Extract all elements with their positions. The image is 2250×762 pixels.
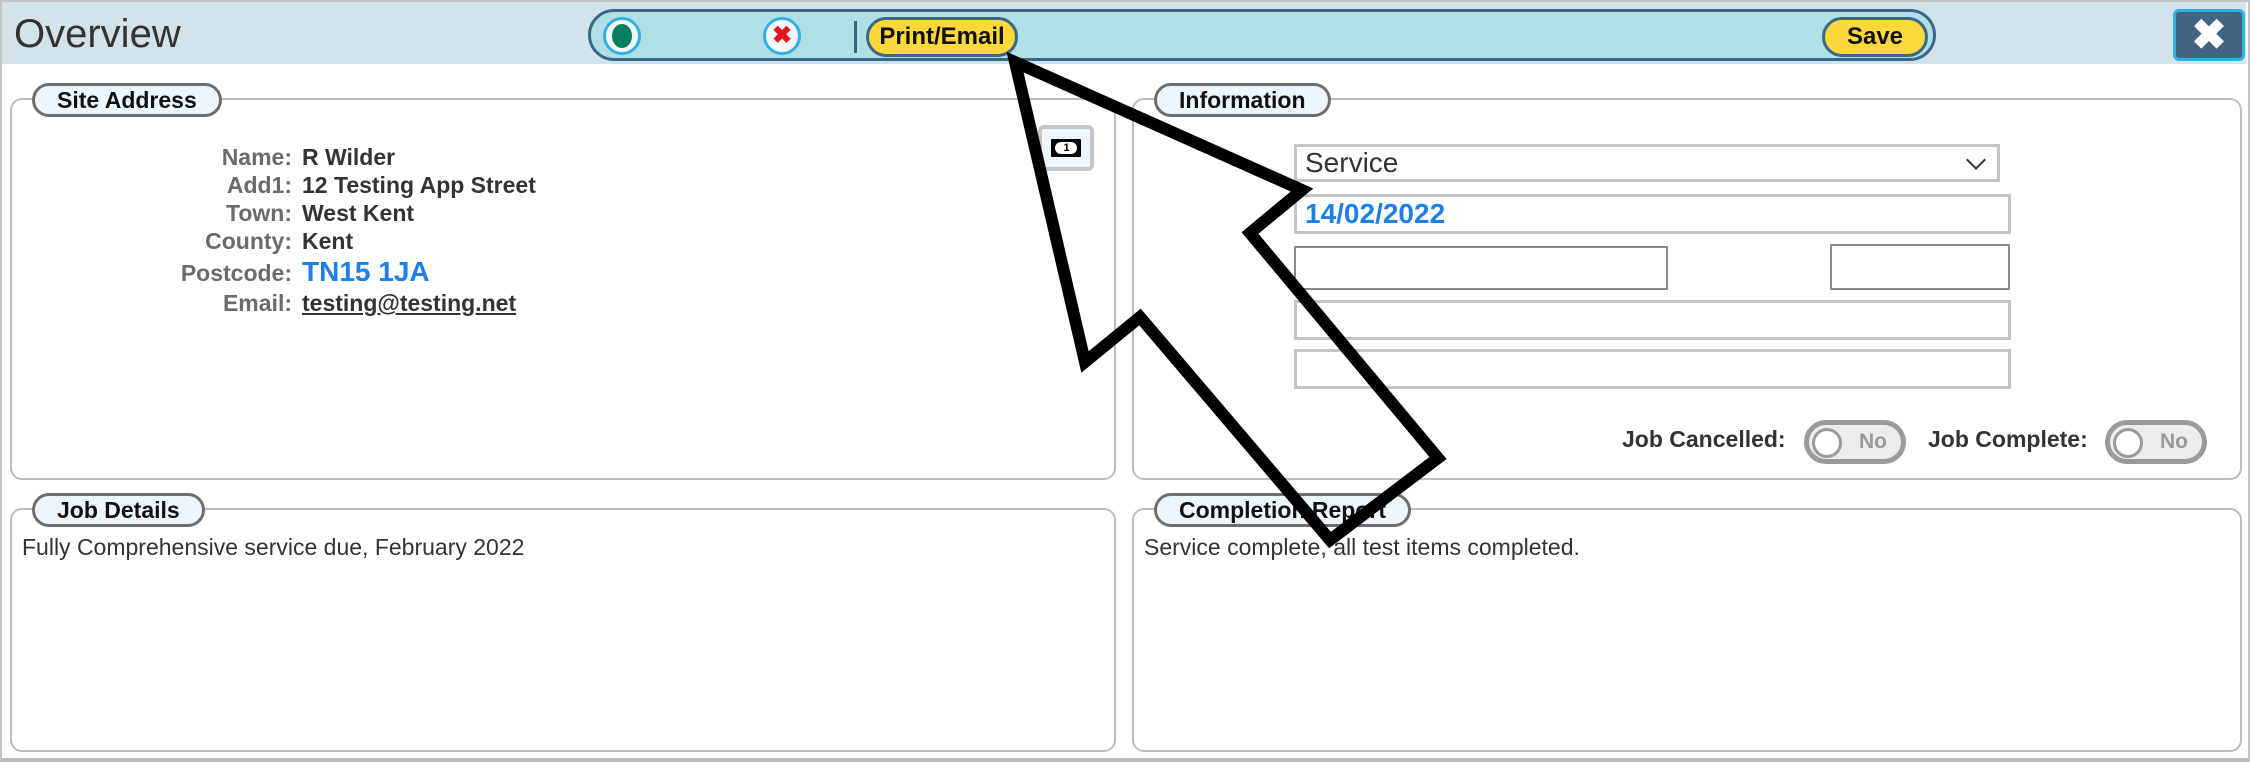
close-icon: ✖ xyxy=(2191,11,2227,58)
call-by-input[interactable] xyxy=(1294,300,2011,340)
name-label: Name: xyxy=(221,144,292,170)
county-value: Kent xyxy=(302,228,354,254)
postcode-label: Postcode: xyxy=(180,260,292,286)
job-cancelled-label: Job Cancelled: xyxy=(1622,426,1786,452)
county-label: County: xyxy=(205,228,292,254)
job-details-legend: Job Details xyxy=(32,493,205,527)
postcode-value[interactable]: TN15 1JA xyxy=(302,256,430,288)
address-row-email: Email: testing@testing.net xyxy=(12,290,712,318)
save-button[interactable]: Save xyxy=(1822,17,1928,57)
page-title: Overview xyxy=(14,12,181,56)
caller-no-input[interactable] xyxy=(1294,349,2011,389)
cancel-button[interactable]: ✖ xyxy=(763,17,801,55)
money-bill-icon xyxy=(1051,139,1081,157)
order-no-input[interactable] xyxy=(1294,246,1668,290)
town-value: West Kent xyxy=(302,200,415,226)
job-type-select[interactable]: Service xyxy=(1294,144,2000,182)
address-row-name: Name: R Wilder xyxy=(12,144,712,172)
toggle-knob xyxy=(1812,428,1842,458)
add1-value: 12 Testing App Street xyxy=(302,172,536,198)
email-link[interactable]: testing@testing.net xyxy=(302,290,516,317)
accepted-input[interactable] xyxy=(1830,244,2010,290)
print-email-button[interactable]: Print/Email xyxy=(866,17,1018,57)
header-bar: Overview ✖ Print/Email Save ✖ xyxy=(2,0,2246,64)
red-x-icon: ✖ xyxy=(771,22,793,49)
job-type-value: Service xyxy=(1305,147,1399,178)
money-button[interactable] xyxy=(1038,125,1094,171)
toolbar-divider xyxy=(854,21,857,53)
address-row-add1: Add1: 12 Testing App Street xyxy=(12,172,712,200)
job-complete-label: Job Complete: xyxy=(1928,426,2088,452)
completion-report-panel: Completion Report Service complete, all … xyxy=(1132,493,2242,752)
completion-report-text[interactable]: Service complete, all test items complet… xyxy=(1144,534,1580,561)
job-complete-value: No xyxy=(2160,430,2188,453)
completion-report-legend: Completion Report xyxy=(1154,493,1411,527)
confirm-button[interactable] xyxy=(603,17,641,55)
due-date-value: 14/02/2022 xyxy=(1305,198,1446,229)
job-cancelled-value: No xyxy=(1859,430,1887,453)
toolbar: ✖ Print/Email Save xyxy=(588,9,1936,61)
job-complete-toggle[interactable]: No xyxy=(2105,420,2207,464)
address-row-county: County: Kent xyxy=(12,228,712,256)
toggle-knob xyxy=(2113,428,2143,458)
chevron-down-icon xyxy=(1966,150,1986,170)
job-details-panel: Job Details Fully Comprehensive service … xyxy=(10,493,1116,752)
address-row-town: Town: West Kent xyxy=(12,200,712,228)
add1-label: Add1: xyxy=(226,172,292,198)
name-value: R Wilder xyxy=(302,144,396,170)
job-cancelled-toggle[interactable]: No xyxy=(1804,420,1906,464)
job-details-text[interactable]: Fully Comprehensive service due, Februar… xyxy=(22,534,524,561)
address-row-postcode: Postcode: TN15 1JA xyxy=(12,256,712,288)
site-address-panel: Site Address Name: R Wilder Add1: 12 Tes… xyxy=(10,83,1116,480)
green-dot-icon xyxy=(612,24,632,48)
close-button[interactable]: ✖ xyxy=(2173,9,2245,61)
due-date-field[interactable]: 14/02/2022 xyxy=(1294,194,2011,234)
email-label: Email: xyxy=(222,290,292,316)
town-label: Town: xyxy=(226,200,292,226)
information-legend: Information xyxy=(1154,83,1331,117)
information-panel: Information Job Type: Service Due Date: … xyxy=(1132,83,2242,480)
site-address-legend: Site Address xyxy=(32,83,222,117)
